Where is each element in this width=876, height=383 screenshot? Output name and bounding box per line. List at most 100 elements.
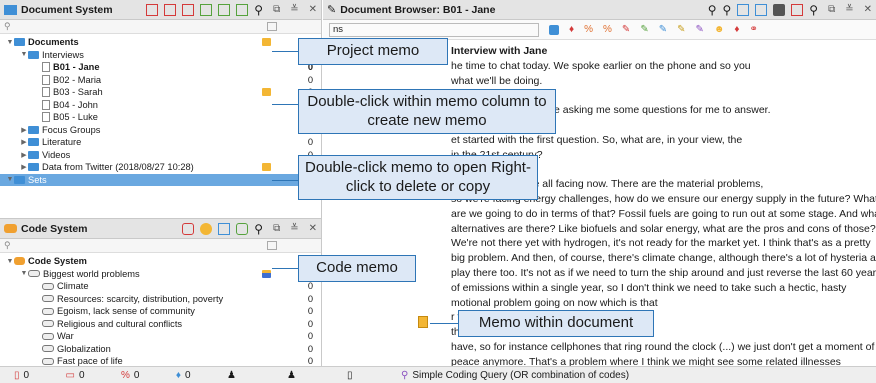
activate-icon[interactable] [200,3,213,16]
edit-mode-icon[interactable] [755,3,768,16]
folder-icon [28,50,39,59]
code-undock-icon[interactable]: ⧉ [273,223,280,234]
document-tree-label: B02 - Maria [53,74,102,85]
emoticode-icon[interactable]: ☻ [714,24,725,35]
remove-code-icon[interactable]: % [603,24,612,35]
status-user-icon[interactable]: ♟ [227,370,287,381]
new-document-icon[interactable] [146,3,159,16]
browser-find-icon[interactable]: ⚲ [809,3,818,17]
document-text-line: We're not there yet with hydrogen, it's … [451,237,871,250]
code-in-vivo-icon[interactable]: % [584,24,593,35]
document-text-line: et started with the first question. So, … [451,133,743,146]
expand-toggle-icon[interactable]: ▼ [6,39,14,46]
code-tree-row[interactable]: Resources: scarcity, distribution, pover… [0,293,321,306]
code-color-icon[interactable] [200,222,213,235]
browser-search-icon[interactable]: ⚲ [708,3,717,17]
print-icon[interactable] [773,3,786,16]
highlight-red-icon[interactable]: ✎ [622,24,630,35]
code-tree-row[interactable]: Egoism, lack sense of community 0 [0,305,321,318]
status-user2-icon[interactable]: ♟ [287,370,347,381]
memo-icon[interactable] [262,38,271,47]
folder-icon [28,125,39,134]
document-icon [42,87,50,98]
code-tree-count: 0 [307,356,313,367]
import-document-icon[interactable] [164,3,177,16]
code-table-icon[interactable] [218,222,231,235]
code-icon [42,320,54,328]
code-collapse-icon[interactable]: ≚ [290,223,298,234]
document-system-title: Document System [21,3,113,16]
browser-undock-icon[interactable]: ⧉ [828,4,835,15]
weight-icon[interactable]: ♦ [734,24,739,35]
search-icon[interactable]: ⚲ [254,3,263,17]
export-browser-icon[interactable] [791,3,804,16]
document-tree-row[interactable]: B01 - Jane 0 [0,61,321,74]
code-tree-row[interactable]: Religious and cultural conflicts 0 [0,318,321,331]
code-close-icon[interactable]: ✕ [309,223,317,234]
code-tree-row[interactable]: Globalization 0 [0,343,321,356]
document-tree-row[interactable]: ▶Data from Twitter (2018/08/27 10:28)0 [0,161,321,174]
code-selector-field[interactable]: ns [329,22,539,37]
highlight-green-icon[interactable]: ✎ [640,24,648,35]
browser-search-all-icon[interactable]: ⚲ [722,3,731,17]
expand-toggle-icon[interactable]: ▼ [6,176,14,183]
document-filter-row[interactable]: ⚲ [0,20,321,34]
save-icon[interactable] [737,3,750,16]
document-icon [42,62,50,73]
highlight-purple-icon[interactable]: ✎ [695,24,703,35]
code-link-icon[interactable] [236,222,249,235]
document-text-line: big problem. And then, of course, there'… [451,252,876,265]
collapse-icon[interactable]: ≚ [290,4,298,15]
expand-toggle-icon[interactable]: ▶ [20,151,28,159]
code-icon [42,307,54,315]
browser-collapse-icon[interactable]: ≚ [845,4,853,15]
expand-toggle-icon[interactable]: ▼ [20,270,28,277]
code-tree-label: Fast pace of life [57,356,123,367]
code-tree-count: 0 [307,331,313,342]
expand-toggle-icon[interactable]: ▶ [20,163,28,171]
document-text-line: alternatives are there? Like biofuels an… [451,222,876,235]
folder-add-icon[interactable] [236,3,249,16]
expand-toggle-icon[interactable]: ▶ [20,138,28,146]
code-tree-row[interactable]: Climate 0 [0,280,321,293]
document-text-line: he time to chat today. We spoke earlier … [451,59,751,72]
document-tree-row[interactable]: B05 - Luke0 [0,111,321,124]
memo-column-header[interactable] [267,22,277,31]
expand-toggle-icon[interactable]: ▶ [20,126,28,134]
document-tree-label: B03 - Sarah [53,87,103,98]
document-tree-row[interactable]: ▶Videos0 [0,149,321,162]
highlight-blue-icon[interactable]: ✎ [659,24,667,35]
code-selector-dropdown-icon[interactable] [549,24,559,35]
expand-toggle-icon[interactable]: ▼ [6,258,14,265]
document-tree-row[interactable]: ▼ Documents [0,36,321,49]
code-search-icon[interactable]: ⚲ [254,222,263,236]
highlight-yellow-icon[interactable]: ✎ [677,24,685,35]
code-tree-row[interactable]: ▼ Biggest world problems [0,268,321,281]
document-tree-row[interactable]: B03 - Sarah0 [0,86,321,99]
code-memo-column-header[interactable] [267,241,277,250]
browser-close-icon[interactable]: ✕ [864,4,872,15]
document-tree-label: B01 - Jane [53,62,100,73]
code-tree-row[interactable]: War 0 [0,330,321,343]
memo-icon[interactable] [262,88,271,97]
code-tree-row[interactable]: ▼ Code System [0,255,321,268]
close-icon[interactable]: ✕ [309,4,317,15]
document-link-icon[interactable] [218,3,231,16]
code-filter-row[interactable]: ⚲ [0,239,321,253]
highlight-code-icon[interactable]: ♦ [569,24,574,35]
memo-icon[interactable] [262,163,271,172]
document-tree-row[interactable]: ▶Focus Groups0 [0,124,321,137]
memo-icon[interactable] [262,269,271,278]
folder-icon [28,163,39,172]
undock-icon[interactable]: ⧉ [273,4,280,15]
code-icon [42,332,54,340]
export-icon[interactable] [182,3,195,16]
status-doc-icon[interactable]: ▯ [347,370,401,381]
link-icon[interactable]: ⚭ [750,24,758,35]
document-tree-row[interactable]: ▶ Literature 0 [0,136,321,149]
document-tree-row[interactable]: B02 - Maria 0 [0,74,321,87]
document-memo-icon[interactable] [418,316,428,328]
new-code-icon[interactable] [182,222,195,235]
expand-toggle-icon[interactable]: ▼ [20,51,28,58]
open-memo-line [272,180,298,181]
